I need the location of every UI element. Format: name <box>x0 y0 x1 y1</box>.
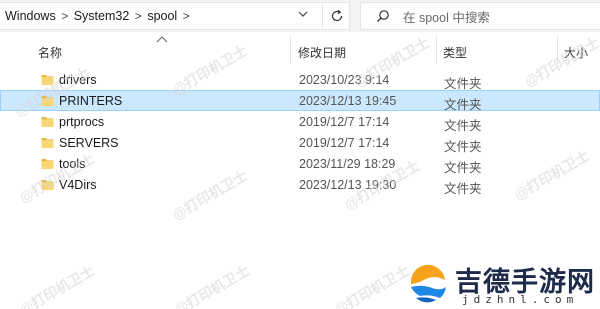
column-header-size[interactable]: 大小 <box>564 44 588 61</box>
folder-icon <box>41 75 54 85</box>
column-divider[interactable] <box>436 36 437 64</box>
file-modified-date: 2023/12/13 19:30 <box>299 178 397 192</box>
file-name: PRINTERS <box>59 94 123 108</box>
search-icon <box>375 8 391 24</box>
file-name: tools <box>59 157 86 171</box>
file-modified-date: 2019/12/7 17:14 <box>299 136 390 150</box>
file-modified-date: 2019/12/7 17:14 <box>299 115 390 129</box>
breadcrumb-separator-icon[interactable]: > <box>129 10 147 22</box>
chevron-down-icon <box>298 11 308 17</box>
file-row-printers[interactable]: PRINTERS 2023/12/13 19:45 文件夹 <box>0 90 600 112</box>
search-field[interactable]: 在 spool 中搜索 <box>360 2 600 30</box>
file-name: V4Dirs <box>59 178 97 192</box>
brand-logo: 吉德手游网 jdzhnl.com <box>400 260 600 309</box>
sort-ascending-arrow-icon <box>156 36 168 43</box>
breadcrumb-separator-icon[interactable]: > <box>177 10 195 22</box>
file-type: 文件夹 <box>444 182 482 196</box>
breadcrumb-windows[interactable]: Windows <box>5 9 56 23</box>
file-name: SERVERS <box>59 136 119 150</box>
breadcrumb-separator-icon[interactable]: > <box>56 10 74 22</box>
brand-url: jdzhnl.com <box>462 293 579 306</box>
folder-icon <box>41 180 54 190</box>
refresh-icon <box>331 9 342 22</box>
file-name: prtprocs <box>59 115 105 129</box>
folder-icon <box>41 117 54 127</box>
watermark: @打印机卫士 <box>171 262 253 309</box>
search-placeholder[interactable]: 在 spool 中搜索 <box>403 7 490 26</box>
column-header-name[interactable]: 名称 <box>38 44 62 61</box>
refresh-button[interactable] <box>322 4 350 28</box>
file-list: drivers 2023/10/23 9:14 文件夹 PRINTERS 202… <box>0 69 600 196</box>
folder-icon <box>41 159 54 169</box>
file-modified-date: 2023/11/29 18:29 <box>299 157 396 171</box>
folder-icon <box>41 96 54 106</box>
column-header-type[interactable]: 类型 <box>443 44 467 61</box>
column-divider[interactable] <box>557 36 558 64</box>
file-row-prtprocs[interactable]: prtprocs 2019/12/7 17:14 文件夹 <box>0 111 600 133</box>
watermark: @打印机卫士 <box>16 262 98 309</box>
file-row-v4dirs[interactable]: V4Dirs 2023/12/13 19:30 文件夹 <box>0 174 600 196</box>
file-row-servers[interactable]: SERVERS 2019/12/7 17:14 文件夹 <box>0 132 600 154</box>
brand-logo-icon <box>407 263 449 305</box>
column-header-row: 名称 修改日期 类型 大小 <box>0 36 600 64</box>
file-row-tools[interactable]: tools 2023/11/29 18:29 文件夹 <box>0 153 600 175</box>
file-row-drivers[interactable]: drivers 2023/10/23 9:14 文件夹 <box>0 69 600 91</box>
file-modified-date: 2023/10/23 9:14 <box>299 73 390 87</box>
breadcrumb-spool[interactable]: spool <box>147 9 177 23</box>
file-modified-date: 2023/12/13 19:45 <box>299 94 397 108</box>
navigation-bar: Windows > System32 > spool > 在 spool 中搜索 <box>0 0 600 32</box>
column-divider[interactable] <box>290 36 291 64</box>
folder-icon <box>41 138 54 148</box>
address-history-dropdown[interactable] <box>296 4 310 24</box>
breadcrumb-system32[interactable]: System32 <box>74 9 130 23</box>
file-name: drivers <box>59 73 97 87</box>
column-header-modified[interactable]: 修改日期 <box>298 44 346 61</box>
